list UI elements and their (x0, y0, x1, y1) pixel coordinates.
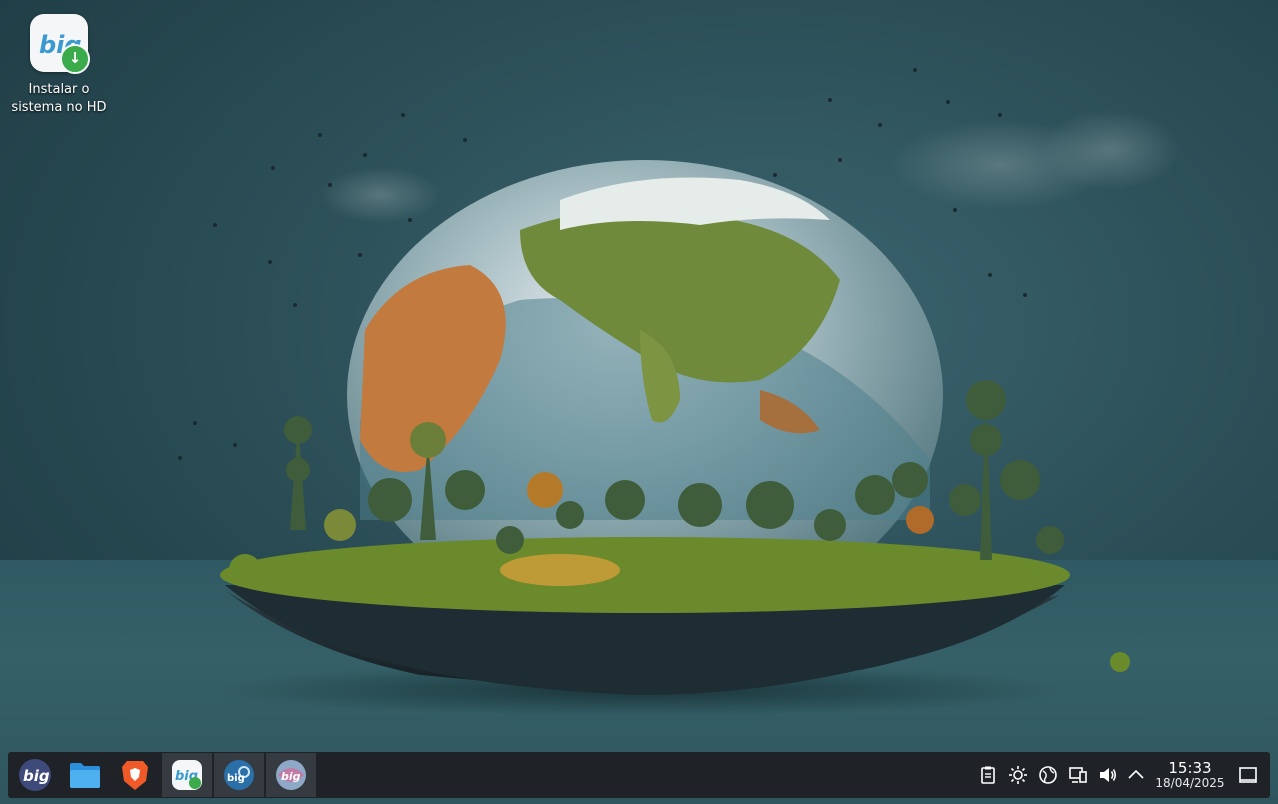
file-manager-icon (70, 763, 100, 788)
taskbar-app-installer[interactable]: big (162, 753, 212, 797)
clipboard-icon[interactable] (978, 765, 998, 785)
biglinux-installer-icon: big ↓ (30, 14, 90, 74)
svg-text:big: big (23, 767, 50, 785)
taskbar-app-theme[interactable]: big (266, 753, 316, 797)
taskbar-app-brave[interactable] (110, 753, 160, 797)
desktop[interactable]: big ↓ Instalar o sistema no HD (0, 0, 1278, 804)
svg-text:big: big (281, 770, 301, 783)
biglinux-control-center-icon: big (224, 760, 254, 790)
island-grass (220, 537, 1070, 613)
cloud (1040, 110, 1180, 190)
biglinux-installer-icon: big (172, 760, 202, 790)
island-glow (500, 554, 620, 586)
desktop-icon-label: Instalar o sistema no HD (11, 82, 107, 115)
volume-icon[interactable] (1098, 765, 1118, 785)
desktop-icon-installer[interactable]: big ↓ Instalar o sistema no HD (10, 14, 108, 117)
display-icon[interactable] (1068, 765, 1088, 785)
small-bush (1110, 652, 1130, 672)
wallpaper-artwork (178, 68, 1180, 716)
taskbar-app-files[interactable] (60, 753, 110, 797)
network-globe-icon[interactable] (1038, 765, 1058, 785)
application-launcher-button[interactable]: big (10, 753, 60, 797)
brave-browser-icon (122, 761, 148, 790)
cloud (320, 167, 440, 223)
chevron-up-icon[interactable] (1126, 765, 1146, 785)
biglinux-theme-icon: big (276, 760, 306, 790)
brightness-icon[interactable] (1008, 765, 1028, 785)
svg-text:big: big (227, 773, 245, 784)
clock-time: 15:33 (1168, 759, 1212, 777)
taskbar: big big big big 15:33 18/04/2025 (8, 752, 1270, 798)
download-arrow-icon: ↓ (60, 44, 90, 74)
clock-date: 18/04/2025 (1155, 776, 1225, 790)
show-desktop-icon (1239, 767, 1257, 783)
digital-clock[interactable]: 15:33 18/04/2025 (1150, 760, 1230, 791)
taskbar-app-control-center[interactable]: big (214, 753, 264, 797)
show-desktop-button[interactable] (1238, 765, 1258, 785)
biglinux-menu-icon: big (19, 759, 51, 791)
